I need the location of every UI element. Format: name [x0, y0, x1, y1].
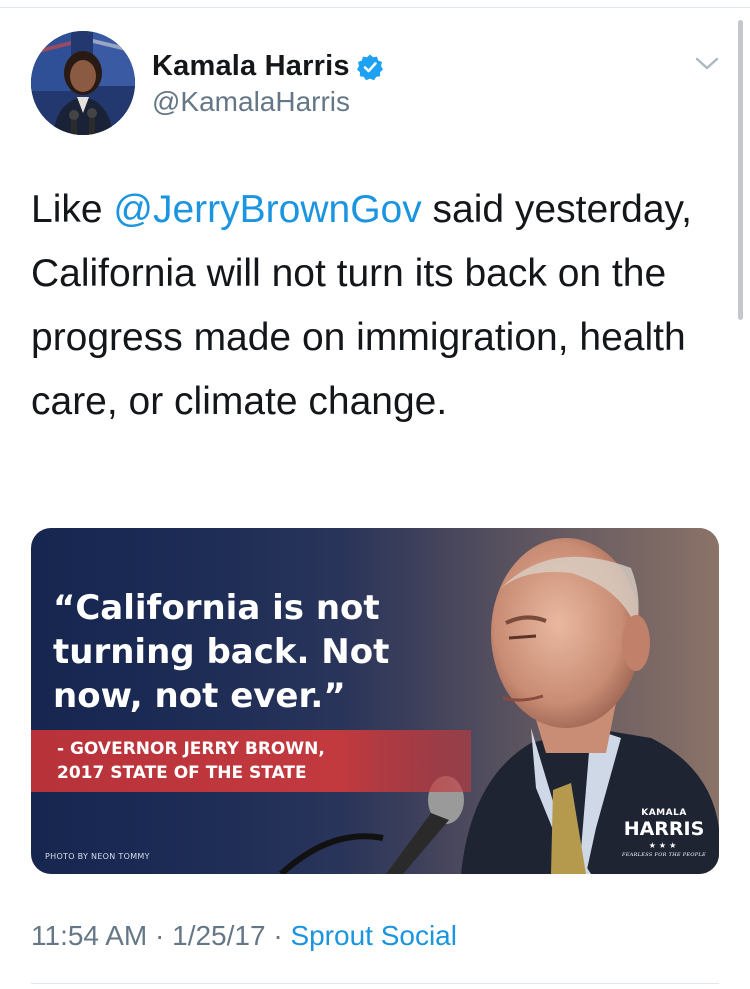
bottom-divider — [31, 983, 719, 984]
author-name[interactable]: Kamala Harris — [152, 50, 350, 83]
attribution-line-1: - GOVERNOR JERRY BROWN, — [57, 739, 325, 759]
attribution-line-2: 2017 STATE OF THE STATE — [57, 763, 307, 783]
scroll-indicator[interactable] — [738, 20, 743, 320]
profile-photo-icon — [31, 31, 135, 135]
author-handle[interactable]: @KamalaHarris — [152, 86, 350, 118]
tweet-meta: 11:54 AM · 1/25/17 · Sprout Social — [31, 920, 457, 952]
tweet-detail-page: Kamala Harris @KamalaHarris Like @JerryB… — [0, 0, 750, 989]
photo-credit: PHOTO BY NEON TOMMY — [45, 852, 150, 861]
mention-link[interactable]: @JerryBrownGov — [113, 188, 421, 231]
meta-separator: · — [147, 920, 173, 951]
avatar[interactable] — [31, 31, 135, 135]
logo-stars-icon: ★★★ — [648, 841, 680, 850]
logo-first-name: KAMALA — [641, 808, 687, 818]
campaign-logo: KAMALA HARRIS ★★★ FEARLESS FOR THE PEOPL… — [614, 808, 714, 858]
media-image[interactable]: “California is not turning back. Not now… — [31, 528, 719, 874]
top-divider — [0, 7, 750, 8]
attribution-text: - GOVERNOR JERRY BROWN, 2017 STATE OF TH… — [57, 737, 325, 785]
tweet-text: Like @JerryBrownGov said yesterday, Cali… — [31, 178, 721, 434]
meta-separator: · — [265, 920, 291, 951]
logo-tagline: FEARLESS FOR THE PEOPLE — [621, 852, 707, 858]
tweet-time: 11:54 AM — [31, 920, 148, 951]
tweet-date: 1/25/17 — [172, 920, 266, 951]
quote-text: “California is not turning back. Not now… — [53, 588, 390, 716]
verified-badge-icon — [356, 53, 384, 81]
chevron-down-icon[interactable] — [694, 54, 720, 74]
tweet-source-link[interactable]: Sprout Social — [290, 920, 457, 951]
logo-last-name: HARRIS — [623, 818, 705, 840]
author-name-row[interactable]: Kamala Harris — [152, 50, 384, 83]
tweet-text-lead: Like — [31, 188, 114, 231]
